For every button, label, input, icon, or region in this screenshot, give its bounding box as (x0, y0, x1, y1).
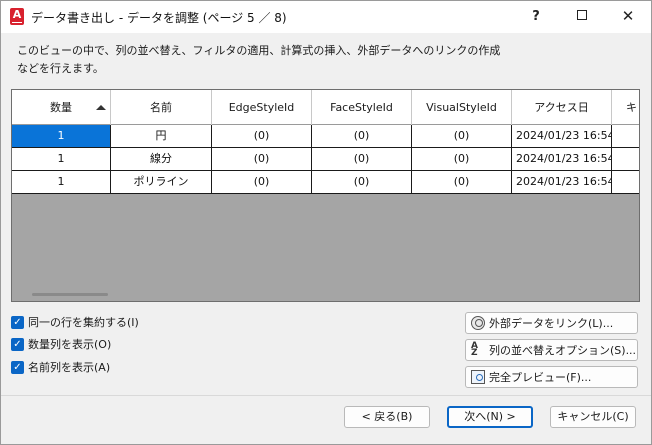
checkmark-icon: ✓ (11, 360, 24, 374)
table-cell[interactable] (612, 148, 639, 171)
table-row[interactable]: 1 円 (0) (0) (0) 2024/01/23 16:54 (12, 125, 639, 148)
column-header-access-date[interactable]: アクセス日 (512, 90, 612, 125)
maximize-icon (577, 10, 587, 20)
data-grid[interactable]: 数量 名前 EdgeStyleId FaceStyleId VisualStyl… (11, 89, 640, 302)
table-cell[interactable] (612, 125, 639, 148)
combine-rows-label: 同一の行を集約する(I) (28, 316, 139, 329)
table-cell[interactable]: 線分 (111, 148, 212, 171)
column-header-edgestyleid[interactable]: EdgeStyleId (212, 90, 312, 125)
footer-divider (1, 395, 651, 396)
link-icon (471, 316, 485, 330)
table-cell[interactable]: ポリライン (111, 171, 212, 194)
checkmark-icon: ✓ (11, 315, 24, 329)
combine-rows-checkbox[interactable]: ✓ 同一の行を集約する(I) (11, 314, 139, 330)
column-header-name[interactable]: 名前 (111, 90, 212, 125)
table-row[interactable]: 1 ポリライン (0) (0) (0) 2024/01/23 16:54 (12, 171, 639, 194)
table-cell[interactable]: 2024/01/23 16:54 (512, 171, 612, 194)
sort-columns-options-button[interactable]: AZ 列の並べ替えオプション(S)... (465, 339, 638, 361)
table-cell[interactable]: (0) (412, 171, 512, 194)
help-button[interactable]: ? (513, 1, 559, 33)
close-button[interactable]: ✕ (605, 1, 651, 33)
description-text: このビューの中で、列の並べ替え、フィルタの適用、計算式の挿入、外部データへのリン… (17, 42, 577, 78)
table-cell[interactable]: (0) (412, 125, 512, 148)
show-count-column-checkbox[interactable]: ✓ 数量列を表示(O) (11, 336, 111, 352)
column-header-quantity[interactable]: 数量 (12, 90, 111, 125)
checkmark-icon: ✓ (11, 337, 24, 351)
question-mark-icon: ? (532, 9, 540, 24)
description-line-1: このビューの中で、列の並べ替え、フィルタの適用、計算式の挿入、外部データへのリン… (17, 44, 501, 57)
table-cell[interactable]: (0) (212, 148, 312, 171)
table-cell[interactable]: 1 (12, 125, 111, 148)
column-header-truncated[interactable]: キ (612, 90, 639, 125)
full-preview-button[interactable]: 完全プレビュー(F)... (465, 366, 638, 388)
link-external-data-button[interactable]: 外部データをリンク(L)... (465, 312, 638, 334)
show-name-column-label: 名前列を表示(A) (28, 361, 111, 374)
table-cell[interactable]: 1 (12, 148, 111, 171)
description-line-2: などを行えます。 (17, 62, 104, 75)
horizontal-scrollbar-thumb[interactable] (32, 293, 108, 296)
show-name-column-checkbox[interactable]: ✓ 名前列を表示(A) (11, 359, 110, 375)
autocad-app-icon: A (10, 8, 24, 25)
table-cell[interactable]: (0) (412, 148, 512, 171)
table-cell[interactable]: 2024/01/23 16:54 (512, 148, 612, 171)
column-header-visualstyleid[interactable]: VisualStyleId (412, 90, 512, 125)
maximize-button[interactable] (559, 1, 605, 33)
title-bar: A データ書き出し - データを調整 (ページ 5 ／ 8) ? ✕ (1, 1, 651, 33)
table-cell[interactable]: (0) (212, 171, 312, 194)
back-button[interactable]: < 戻る(B) (344, 406, 430, 428)
dialog-window: A データ書き出し - データを調整 (ページ 5 ／ 8) ? ✕ このビュー… (0, 0, 652, 445)
table-cell[interactable]: (0) (312, 171, 412, 194)
cancel-button[interactable]: キャンセル(C) (550, 406, 636, 428)
preview-icon (471, 370, 485, 384)
window-title: データ書き出し - データを調整 (ページ 5 ／ 8) (31, 11, 287, 25)
table-row[interactable]: 1 線分 (0) (0) (0) 2024/01/23 16:54 (12, 148, 639, 171)
sort-az-icon: AZ (471, 341, 478, 358)
show-count-column-label: 数量列を表示(O) (28, 338, 112, 351)
table-cell[interactable]: 2024/01/23 16:54 (512, 125, 612, 148)
close-icon: ✕ (621, 7, 635, 25)
column-header-facestyleid[interactable]: FaceStyleId (312, 90, 412, 125)
table-cell[interactable]: 円 (111, 125, 212, 148)
table-cell[interactable]: (0) (312, 148, 412, 171)
table-cell[interactable] (612, 171, 639, 194)
table-cell[interactable]: 1 (12, 171, 111, 194)
table-cell[interactable]: (0) (312, 125, 412, 148)
grid-header-row: 数量 名前 EdgeStyleId FaceStyleId VisualStyl… (12, 90, 639, 125)
table-cell[interactable]: (0) (212, 125, 312, 148)
sort-ascending-icon (96, 105, 106, 110)
next-button[interactable]: 次へ(N) > (447, 406, 533, 428)
